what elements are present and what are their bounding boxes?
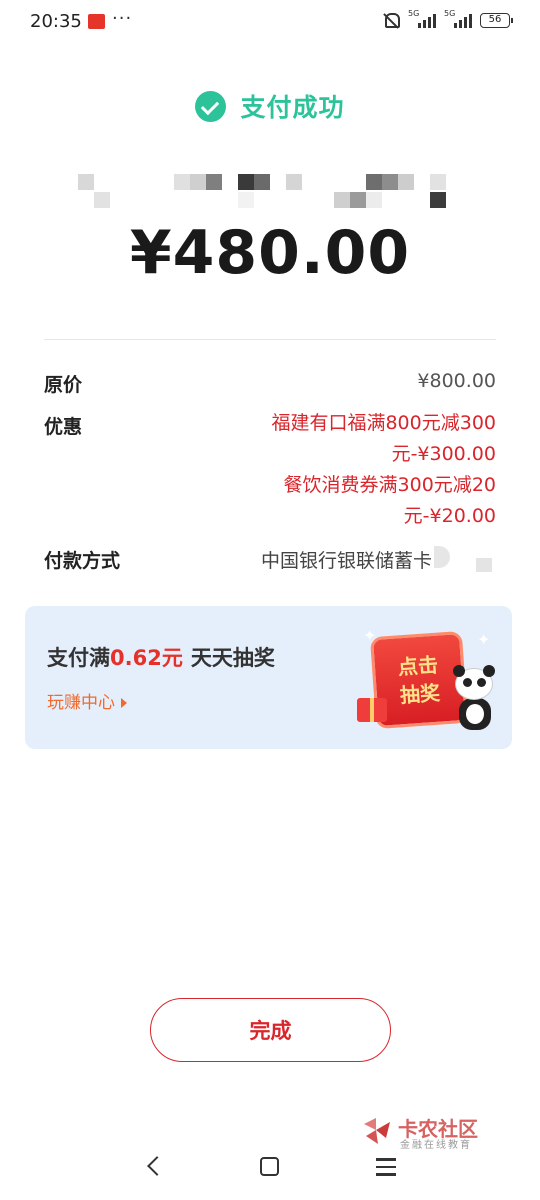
page-title: 支付成功 [240,93,345,122]
watermark: 卡农社区 金融在线教育 [360,1112,490,1152]
discount-label: 优惠 [44,416,83,438]
discount-line: 福建有口福满800元减300 [271,412,496,434]
done-button[interactable]: 完成 [150,998,391,1062]
menu-icon[interactable] [376,1158,396,1176]
divider [44,339,496,340]
more-notifications-icon: ··· [112,8,133,29]
promo-title: 支付满0.62元 天天抽奖 [47,642,275,672]
payment-amount: ¥480.00 [129,218,411,288]
draw-label-line1: 点击 [397,652,439,680]
app-notification-icon [88,14,105,29]
discount-line: 元-¥300.00 [391,443,496,465]
original-price-value: ¥800.00 [417,370,496,392]
network-type-2: 5G [444,9,456,18]
earn-center-link[interactable]: 玩赚中心 [47,688,127,713]
promo-suffix: 天天抽奖 [190,646,275,670]
play-arrow-icon [121,698,127,708]
card-number-redacted [476,558,492,572]
draw-label-line2: 抽奖 [399,680,441,708]
panda-mascot-icon [449,665,501,734]
promo-highlight: 0.62元 [110,646,183,670]
payment-method-label: 付款方式 [44,550,121,572]
watermark-logo-icon [364,1118,390,1144]
lottery-promo-banner[interactable]: 支付满0.62元 天天抽奖 玩赚中心 ✦ ✦ 点击 抽奖 [25,606,512,749]
discount-values: 福建有口福满800元减300 元-¥300.00 餐饮消费券满300元减20 元… [236,408,496,532]
discount-line: 餐饮消费券满300元减20 [283,474,496,496]
status-indicators: 5G 5G 56 [382,9,513,28]
network-type: 5G [408,9,420,18]
original-price-label: 原价 [44,374,83,396]
mute-icon [382,12,400,28]
discount-line: 元-¥20.00 [403,505,496,527]
promo-prefix: 支付满 [47,646,110,670]
watermark-subtitle: 金融在线教育 [400,1140,472,1151]
card-number-redacted [434,546,450,568]
status-bar: 20:35 ··· 5G 5G 56 [0,0,540,44]
gift-box-icon [357,698,387,722]
payment-method-value: 中国银行银联储蓄卡 [260,550,432,572]
signal-icon: 5G [408,9,436,28]
back-icon[interactable] [144,1154,164,1178]
signal-icon-2: 5G [444,9,472,28]
earn-center-label: 玩赚中心 [47,693,115,713]
sparkle-icon: ✦ [477,630,491,649]
check-circle-icon [195,90,227,122]
success-header: 支付成功 [0,88,540,124]
home-icon[interactable] [260,1157,279,1176]
merchant-name-redacted [78,174,448,210]
battery-icon: 56 [480,12,513,28]
status-time: 20:35 [30,11,82,32]
